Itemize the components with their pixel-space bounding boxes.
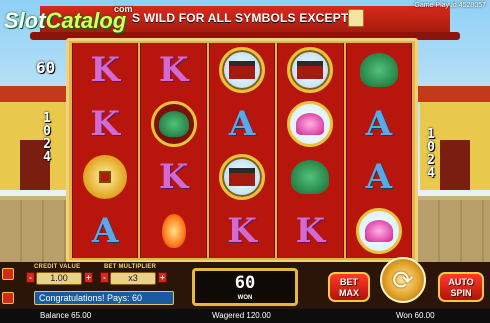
credit-value-label: CREDIT VALUE (34, 264, 81, 270)
symbol-letter-text: K (158, 157, 189, 198)
gate-symbol-icon (282, 46, 338, 94)
symbol-letter-text: A (365, 157, 393, 198)
symbol-letter-a: A (351, 153, 407, 201)
symbol-letter-text: K (158, 49, 189, 90)
wild-symbol-icon (348, 9, 364, 27)
symbol-letter-text: K (295, 211, 326, 252)
logo-com: com (114, 4, 133, 14)
win-display: 60 WON (192, 268, 298, 306)
autospin-label-1: AUTO (448, 277, 474, 287)
symbol-letter-a: A (351, 100, 407, 148)
lines-indicator-left: 60 (36, 58, 56, 77)
symbol-letter-a: A (77, 207, 133, 255)
bet-max-label-2: MAX (339, 288, 359, 298)
turtle-symbol-icon (146, 100, 202, 148)
win-value: 60 (234, 273, 256, 293)
autospin-label-2: SPIN (450, 288, 472, 298)
bet-multiplier-label: BET MULTIPLIER (104, 264, 157, 270)
balance-readout: Balance 65.00 (40, 311, 92, 320)
symbol-letter-k: K (146, 153, 202, 201)
wild-banner-text: S WILD FOR ALL SYMBOLS EXCEPT (132, 11, 349, 25)
win-label: WON (237, 295, 253, 301)
ways-digit: 4 (43, 150, 51, 165)
symbol-letter-text: A (92, 211, 119, 252)
reel-frame: KKAKKAKKAA (66, 38, 418, 263)
reels-grid: KKAKKAKKAA (72, 43, 413, 258)
sound-button[interactable] (2, 292, 14, 304)
symbol-letter-k: K (77, 46, 133, 94)
autospin-button[interactable]: AUTO SPIN (438, 272, 484, 302)
reel-2: KK (140, 43, 207, 258)
temple-left (0, 86, 80, 190)
symbol-letter-text: K (90, 103, 120, 144)
flame-symbol-icon (146, 207, 202, 255)
dragon-turtle-symbol-icon (282, 153, 338, 201)
reel-4: K (277, 43, 344, 258)
status-bar: Balance 65.00 Wagered 120.00 Won 60.00 (0, 309, 490, 323)
gate-symbol-icon (214, 153, 270, 201)
reel-5: AA (345, 43, 413, 258)
won-readout: Won 60.00 (396, 311, 435, 320)
symbol-letter-text: A (228, 103, 256, 144)
credit-value-minus-button[interactable]: - (26, 272, 35, 283)
reel-3: AK (208, 43, 276, 258)
bet-multiplier-plus-button[interactable]: + (158, 272, 167, 283)
dragon-turtle-symbol-icon (351, 46, 407, 94)
bet-multiplier-field: x3 (110, 272, 156, 285)
credit-value-field: 1.00 (36, 272, 82, 285)
symbol-letter-k: K (214, 207, 270, 255)
bet-multiplier-minus-button[interactable]: - (100, 272, 109, 283)
gate-symbol-icon (214, 46, 270, 94)
message-bar: Congratulations! Pays: 60 (34, 291, 174, 305)
bet-max-button[interactable]: BET MAX (328, 272, 370, 302)
symbol-letter-text: K (90, 49, 120, 90)
ways-digit: 4 (427, 166, 435, 181)
symbol-letter-k: K (282, 207, 338, 255)
credit-value-plus-button[interactable]: + (84, 272, 93, 283)
lotus-symbol-icon (282, 100, 338, 148)
symbol-letter-text: K (227, 211, 257, 252)
bet-max-label-1: BET (340, 277, 358, 287)
symbol-letter-k: K (146, 46, 202, 94)
ways-indicator-right: 1 0 2 4 (424, 128, 438, 180)
menu-button[interactable] (2, 268, 14, 280)
lotus-symbol-icon (351, 207, 407, 255)
spin-button[interactable]: ⟳ (380, 257, 426, 303)
logo-main: Slot (4, 8, 46, 33)
reel-1: KK A (72, 43, 139, 258)
symbol-letter-text: A (365, 103, 393, 144)
gold-coin-symbol-icon (77, 153, 133, 201)
slotcatalog-logo: SlotCatalog (4, 8, 126, 34)
symbol-letter-k: K (77, 100, 133, 148)
wagered-readout: Wagered 120.00 (212, 311, 271, 320)
spin-arrows-icon: ⟳ (392, 264, 414, 295)
game-play-id: Game Play Id 4528057 (414, 2, 486, 9)
ways-indicator-left: 1 0 2 4 (40, 112, 54, 164)
symbol-letter-a: A (214, 100, 270, 148)
